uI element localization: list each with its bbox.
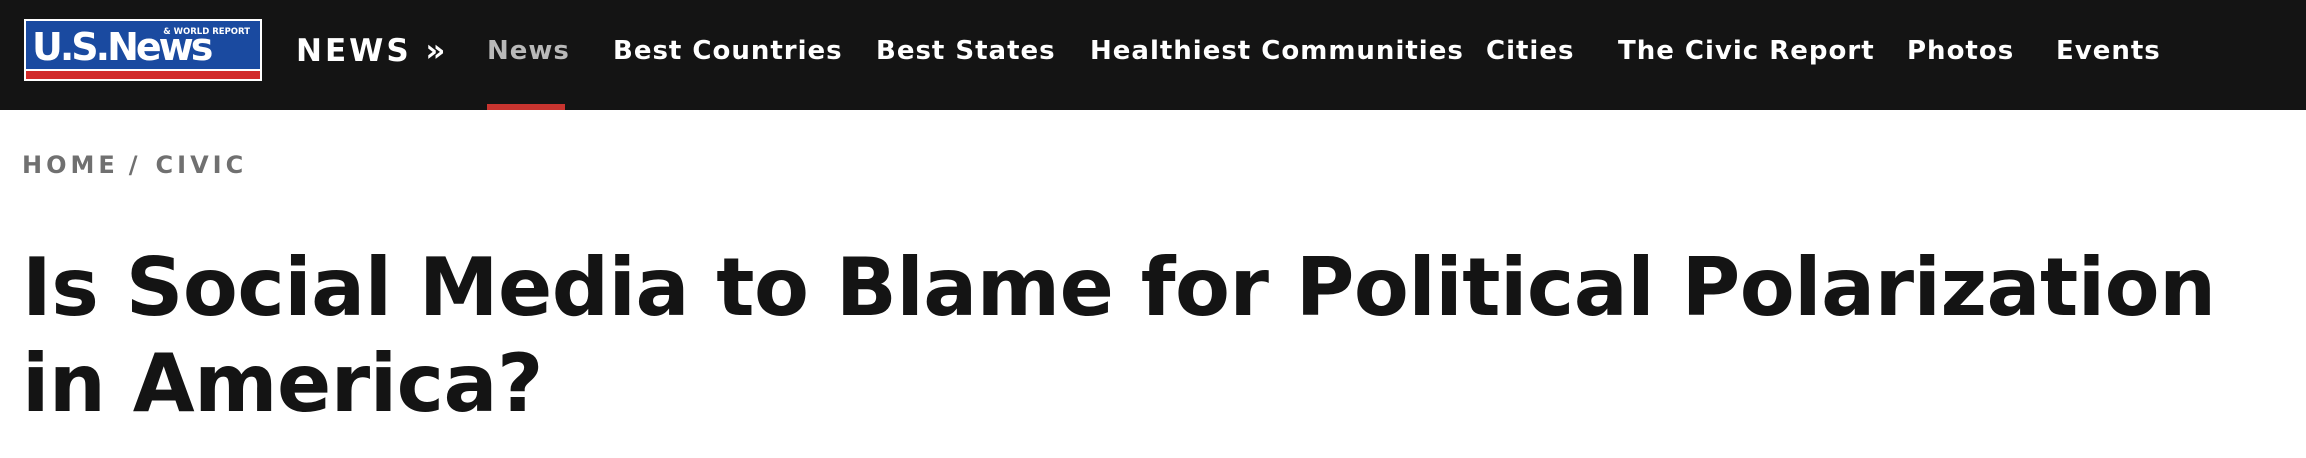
nav-item-healthiest-communities[interactable]: Healthiest Communities [1090, 31, 1464, 71]
breadcrumb-civic-link[interactable]: CIVIC [156, 151, 248, 179]
logo-red-stripe [26, 69, 260, 79]
nav-item-news[interactable]: News [487, 31, 570, 71]
nav-item-best-countries[interactable]: Best Countries [613, 31, 843, 71]
nav-item-cities[interactable]: Cities [1486, 31, 1574, 71]
nav-item-best-states[interactable]: Best States [876, 31, 1056, 71]
nav-item-events[interactable]: Events [2056, 31, 2161, 71]
breadcrumb-home-link[interactable]: HOME [22, 151, 119, 179]
top-navigation-bar: U.S.News & WORLD REPORT NEWS » News Best… [0, 0, 2306, 110]
usnews-logo[interactable]: U.S.News & WORLD REPORT [24, 19, 262, 81]
logo-subtitle: & WORLD REPORT [163, 27, 250, 37]
nav-item-the-civic-report[interactable]: The Civic Report [1618, 31, 1875, 71]
active-nav-underline [487, 104, 565, 110]
nav-item-photos[interactable]: Photos [1907, 31, 2014, 71]
breadcrumb: HOME / CIVIC [22, 148, 247, 182]
news-section-link[interactable]: NEWS » [296, 27, 448, 75]
article-headline: Is Social Media to Blame for Political P… [22, 241, 2216, 430]
breadcrumb-separator: / [128, 151, 142, 179]
